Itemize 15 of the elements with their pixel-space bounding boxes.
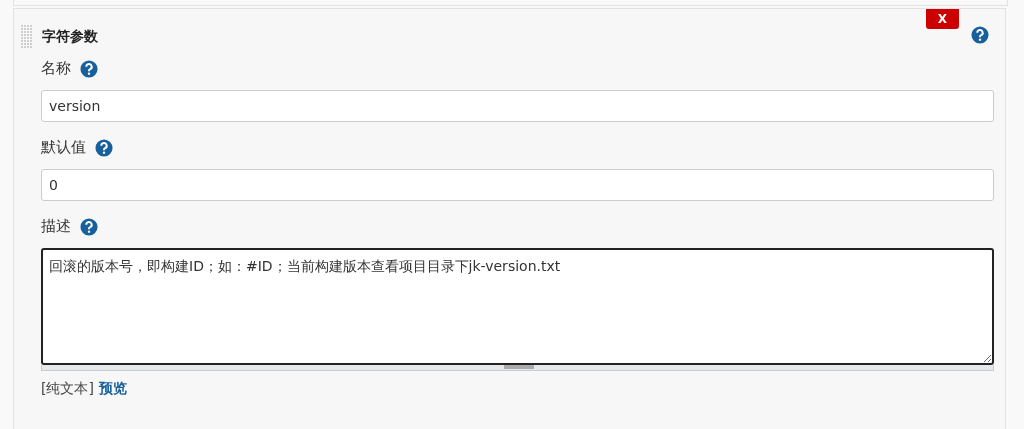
help-icon[interactable] <box>80 217 98 236</box>
help-icon[interactable] <box>971 26 989 44</box>
field-label: 名称 <box>41 59 71 78</box>
help-icon[interactable] <box>80 59 98 78</box>
section-title: 字符参数 <box>42 28 98 46</box>
help-icon[interactable] <box>95 138 113 157</box>
description-field[interactable]: 回滚的版本号，即构建ID；如：#ID；当前构建版本查看项目目录下jk-version.txt <box>41 248 994 365</box>
format-label: [纯文本] <box>41 380 94 398</box>
text-field[interactable]: version <box>41 90 994 122</box>
delete-button[interactable]: X <box>926 9 959 29</box>
field-label: 描述 <box>41 217 71 236</box>
field-label: 默认值 <box>41 138 86 157</box>
drag-handle-icon[interactable] <box>21 25 33 49</box>
text-field[interactable]: 0 <box>41 169 994 201</box>
preview-link[interactable]: 预览 <box>98 380 127 398</box>
